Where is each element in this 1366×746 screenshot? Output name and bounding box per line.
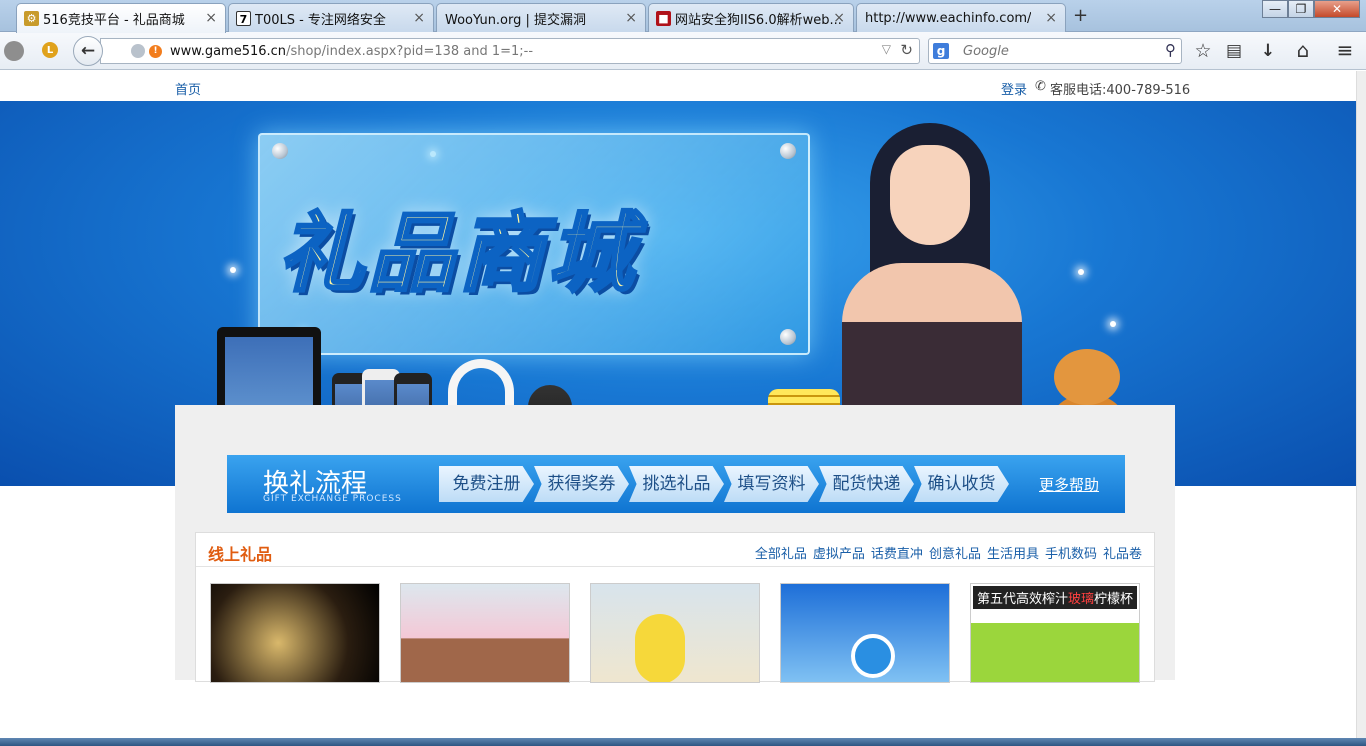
browser-window: ⚙ 516竞技平台 - 礼品商城 × 7 T00LS - 专注网络安全 × Wo… [0,0,1366,746]
new-tab-button[interactable]: + [1073,5,1088,26]
online-gifts-section: 线上礼品 全部礼品 虚拟产品 话费直冲 创意礼品 生活用具 手机数码 礼品卷 第… [195,532,1155,683]
dropdown-icon[interactable]: ▽ [882,42,891,56]
minion-toy-image [635,614,685,682]
category-phone-credit[interactable]: 话费直冲 [871,543,923,562]
category-links: 全部礼品 虚拟产品 话费直冲 创意礼品 生活用具 手机数码 礼品卷 [755,543,1142,562]
close-tab-icon[interactable]: × [205,10,217,26]
globe-icon [131,44,145,58]
category-living[interactable]: 生活用具 [987,543,1039,562]
banner-title: 礼品商城 [277,203,638,306]
shield-favicon-icon: ■ [656,11,671,26]
doraemon-image [851,634,895,678]
address-bar[interactable]: ! www.game516.cn/shop/index.aspx?pid=138… [100,38,920,64]
library-icon[interactable]: ▤ [1223,40,1245,62]
gift-thumbnail[interactable] [400,583,570,683]
gift-thumbnail[interactable] [780,583,950,683]
tab-t00ls[interactable]: 7 T00LS - 专注网络安全 × [228,3,434,32]
step-fill-info[interactable]: 填写资料 [724,466,819,502]
tab-title: WooYun.org | 提交漏洞 [445,12,587,28]
google-icon[interactable]: g [933,43,949,59]
close-tab-icon[interactable]: × [413,10,425,26]
category-digital[interactable]: 手机数码 [1045,543,1097,562]
search-box[interactable]: g ⚲ [928,38,1182,64]
tab-strip: ⚙ 516竞技平台 - 礼品商城 × 7 T00LS - 专注网络安全 × Wo… [0,0,1366,33]
addon-icon[interactable]: L [42,42,58,58]
bookmark-star-icon[interactable]: ☆ [1192,40,1214,62]
sparkle [230,267,236,273]
step-delivery[interactable]: 配货快递 [819,466,914,502]
bolt-icon [780,143,796,159]
close-tab-icon[interactable]: × [1045,10,1057,26]
section-header: 线上礼品 全部礼品 虚拟产品 话费直冲 创意礼品 生活用具 手机数码 礼品卷 [196,533,1154,567]
vertical-scrollbar[interactable] [1356,71,1366,746]
category-all[interactable]: 全部礼品 [755,543,807,562]
warning-icon: ! [149,44,162,58]
category-creative[interactable]: 创意礼品 [929,543,981,562]
search-input[interactable] [963,43,1153,59]
tab-title: 516竞技平台 - 礼品商城 [43,13,185,28]
exchange-process-bar: 换礼流程 免费注册 获得奖券 挑选礼品 填写资料 配货快递 确认收货 更多帮助 [227,455,1125,513]
tab-wooyun[interactable]: WooYun.org | 提交漏洞 × [436,3,646,32]
app-menu-icon[interactable] [4,41,24,61]
step-get-tickets[interactable]: 获得奖券 [534,466,629,502]
close-window-button[interactable]: ✕ [1314,0,1360,18]
reload-icon[interactable]: ↻ [900,41,913,59]
category-vouchers[interactable]: 礼品卷 [1103,543,1142,562]
home-icon[interactable]: ⌂ [1292,38,1314,62]
sparkle [1110,321,1116,327]
thumbnail-caption: 第五代高效榨汁玻璃柠檬杯 [973,586,1137,609]
download-icon[interactable]: ↓ [1257,40,1279,62]
hotline-text: 客服电话:400-789-516 [1050,83,1191,98]
game-favicon-icon: ⚙ [24,11,39,26]
process-subtitle: GIFT EXCHANGE PROCESS [263,494,402,504]
minimize-button[interactable]: — [1262,0,1288,18]
url-path: /shop/index.aspx?pid=138 and 1=1;-- [286,43,534,59]
section-title: 线上礼品 [208,545,273,564]
tab-eachinfo[interactable]: http://www.eachinfo.com/ × [856,3,1066,32]
step-confirm[interactable]: 确认收货 [914,466,1009,502]
sparkle [1078,269,1084,275]
t00ls-favicon-icon: 7 [236,11,251,26]
search-icon[interactable]: ⚲ [1165,41,1176,59]
back-button[interactable]: ← [73,36,103,66]
close-tab-icon[interactable]: × [833,10,845,26]
category-virtual[interactable]: 虚拟产品 [813,543,865,562]
process-steps: 免费注册 获得奖券 挑选礼品 填写资料 配货快递 确认收货 [439,466,1009,502]
home-link[interactable]: 首页 [175,79,201,98]
menu-icon[interactable]: ≡ [1333,38,1357,62]
gift-thumbnail[interactable]: 第五代高效榨汁玻璃柠檬杯 [970,583,1140,683]
bolt-icon [780,329,796,345]
step-register[interactable]: 免费注册 [439,466,534,502]
login-link[interactable]: 登录 [1001,79,1027,98]
more-help-link[interactable]: 更多帮助 [1039,474,1099,495]
tab-gift-shop[interactable]: ⚙ 516竞技平台 - 礼品商城 × [16,3,226,33]
title-plate: 礼品商城 [258,133,810,355]
url-text[interactable]: www.game516.cn/shop/index.aspx?pid=138 a… [170,44,533,59]
phone-icon: ✆ [1035,79,1046,94]
close-tab-icon[interactable]: × [625,10,637,26]
tab-safedog[interactable]: ■ 网站安全狗IIS6.0解析web... × [648,3,854,32]
tab-title: http://www.eachinfo.com/ [865,10,1032,26]
tab-title: 网站安全狗IIS6.0解析web... [675,12,842,28]
tab-title: T00LS - 专注网络安全 [255,12,386,28]
url-host: www.game516.cn [170,43,287,59]
gift-thumbnail[interactable] [590,583,760,683]
step-choose-gift[interactable]: 挑选礼品 [629,466,724,502]
os-taskbar [0,738,1366,746]
navigation-toolbar: L ! www.game516.cn/shop/index.aspx?pid=1… [0,32,1366,70]
gift-thumbnail[interactable] [210,583,380,683]
bolt-icon [272,143,288,159]
maximize-button[interactable]: ❐ [1288,0,1314,18]
site-topbar: 首页 登录 ✆ 客服电话:400-789-516 [0,71,1356,101]
